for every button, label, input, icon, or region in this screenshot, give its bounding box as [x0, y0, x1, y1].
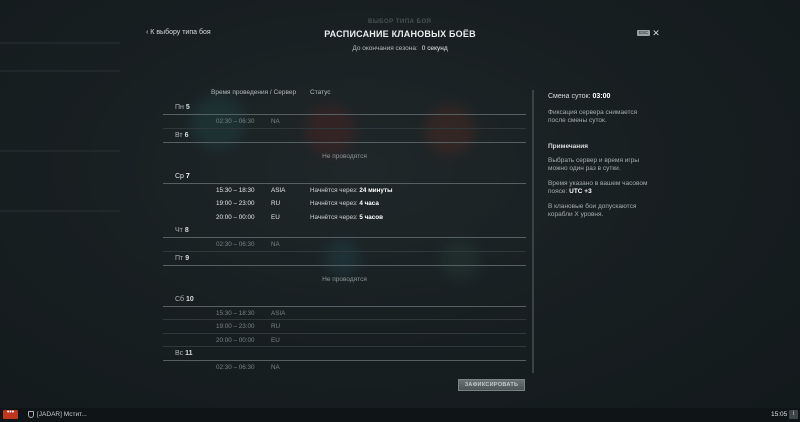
- row-time: 19:00 – 23:00: [216, 200, 255, 207]
- server-fix-note: Фиксация сервера снимается после смены с…: [548, 109, 638, 124]
- day-block: Вс 11 02:30 – 06:30 NA: [163, 347, 526, 371]
- day-header: Пт 9: [163, 252, 526, 266]
- schedule-row[interactable]: 20:00 – 00:00 EU Начнётся через: 5 часов: [163, 211, 526, 225]
- row-server: EU: [271, 213, 280, 221]
- info-button[interactable]: i: [789, 410, 798, 419]
- note-choose-server: Выбрать сервер и время игры можно один р…: [548, 157, 640, 172]
- season-countdown: До окончания сезона: 0 секунд: [0, 45, 800, 52]
- notes-heading: Примечания: [548, 143, 589, 150]
- day-block: Пн 5 02:30 – 06:30 NA: [163, 101, 526, 129]
- esc-key-hint: ESC: [637, 30, 651, 36]
- day-header: Ср 7: [163, 170, 526, 184]
- season-value: 0 секунд: [421, 45, 448, 52]
- season-label: До окончания сезона:: [352, 45, 418, 52]
- row-server: NA: [271, 364, 280, 371]
- day-block-active: Ср 7 15:30 – 18:30 ASIA Начнётся через: …: [163, 170, 526, 225]
- day-block: Вт 6 Не проводятся: [163, 129, 526, 170]
- row-server: EU: [271, 336, 280, 344]
- schedule-row[interactable]: 20:00 – 00:00 EU: [163, 334, 526, 347]
- schedule-row[interactable]: 15:30 – 18:30 ASIA Начнётся через: 24 ми…: [163, 184, 526, 198]
- row-server: RU: [271, 323, 281, 330]
- row-status: Начнётся через: 24 минуты: [310, 186, 393, 194]
- row-server: RU: [271, 200, 281, 207]
- row-server: NA: [271, 241, 280, 248]
- clan-shield-icon: [28, 411, 34, 418]
- main-menu-button[interactable]: •••: [3, 409, 18, 419]
- row-time: 02:30 – 06:30: [216, 118, 255, 125]
- note-timezone: Время указано в вашем часовом поясе: UTC…: [548, 180, 648, 195]
- schedule-row[interactable]: 15:30 – 18:30 ASIA: [163, 307, 526, 320]
- row-time: 15:30 – 18:30: [216, 309, 255, 317]
- row-time: 02:30 – 06:30: [216, 241, 255, 248]
- not-held-text: Не проводятся: [322, 152, 367, 160]
- schedule-row[interactable]: 19:00 – 23:00 RU: [163, 320, 526, 334]
- not-held-text: Не проводятся: [322, 275, 367, 283]
- row-server: ASIA: [271, 309, 286, 317]
- day-header: Пн 5: [163, 101, 526, 115]
- row-time: 20:00 – 00:00: [216, 213, 255, 221]
- day-block: Пт 9 Не проводятся: [163, 252, 526, 293]
- fix-server-button[interactable]: ЗАФИКСИРОВАТЬ: [458, 379, 525, 391]
- close-icon: ✕: [652, 28, 660, 38]
- clock: 15:05: [771, 411, 788, 418]
- day-shift-info: Смена суток: 03:00: [548, 93, 611, 100]
- schedule-row[interactable]: 02:30 – 06:30 NA: [163, 238, 526, 252]
- row-time: 20:00 – 00:00: [216, 336, 255, 344]
- row-status: Начнётся через: 5 часов: [310, 213, 383, 221]
- note-tier-x: В клановые бои допускаются корабли X уро…: [548, 203, 637, 218]
- row-server: NA: [271, 118, 280, 125]
- day-header: Вт 6: [163, 129, 526, 143]
- schedule-row[interactable]: 02:30 – 06:30 NA: [163, 361, 526, 371]
- day-header: Сб 10: [163, 293, 526, 307]
- row-time: 02:30 – 06:30: [216, 364, 255, 371]
- clan-button[interactable]: [JADAR] Мстит...: [28, 411, 87, 418]
- row-time: 19:00 – 23:00: [216, 323, 255, 330]
- schedule-row[interactable]: 19:00 – 23:00 RU Начнётся через: 4 часа: [163, 197, 526, 211]
- page-title: РАСПИСАНИЕ КЛАНОВЫХ БОЁВ: [324, 29, 476, 39]
- close-button[interactable]: ESC ✕: [637, 28, 660, 38]
- schedule-row[interactable]: 02:30 – 06:30 NA: [163, 115, 526, 129]
- clan-label: [JADAR] Мстит...: [37, 411, 87, 418]
- day-block: Чт 8 02:30 – 06:30 NA: [163, 224, 526, 252]
- bottom-taskbar: [0, 408, 800, 422]
- background-title: ВЫБОР ТИПА БОЯ: [368, 19, 432, 25]
- row-status: Начнётся через: 4 часа: [310, 200, 379, 207]
- column-header-status: Статус: [310, 89, 331, 96]
- column-header-time-server: Время проведения / Сервер: [211, 89, 297, 96]
- day-block: Сб 10 15:30 – 18:30 ASIA 19:00 – 23:00 R…: [163, 293, 526, 347]
- day-header: Вс 11: [163, 347, 526, 361]
- row-time: 15:30 – 18:30: [216, 186, 255, 194]
- schedule-scrollbar[interactable]: [532, 90, 534, 373]
- row-server: ASIA: [271, 186, 286, 194]
- day-header: Чт 8: [163, 224, 526, 238]
- schedule-list[interactable]: Пн 5 02:30 – 06:30 NA Вт 6 Не проводятся…: [163, 101, 526, 371]
